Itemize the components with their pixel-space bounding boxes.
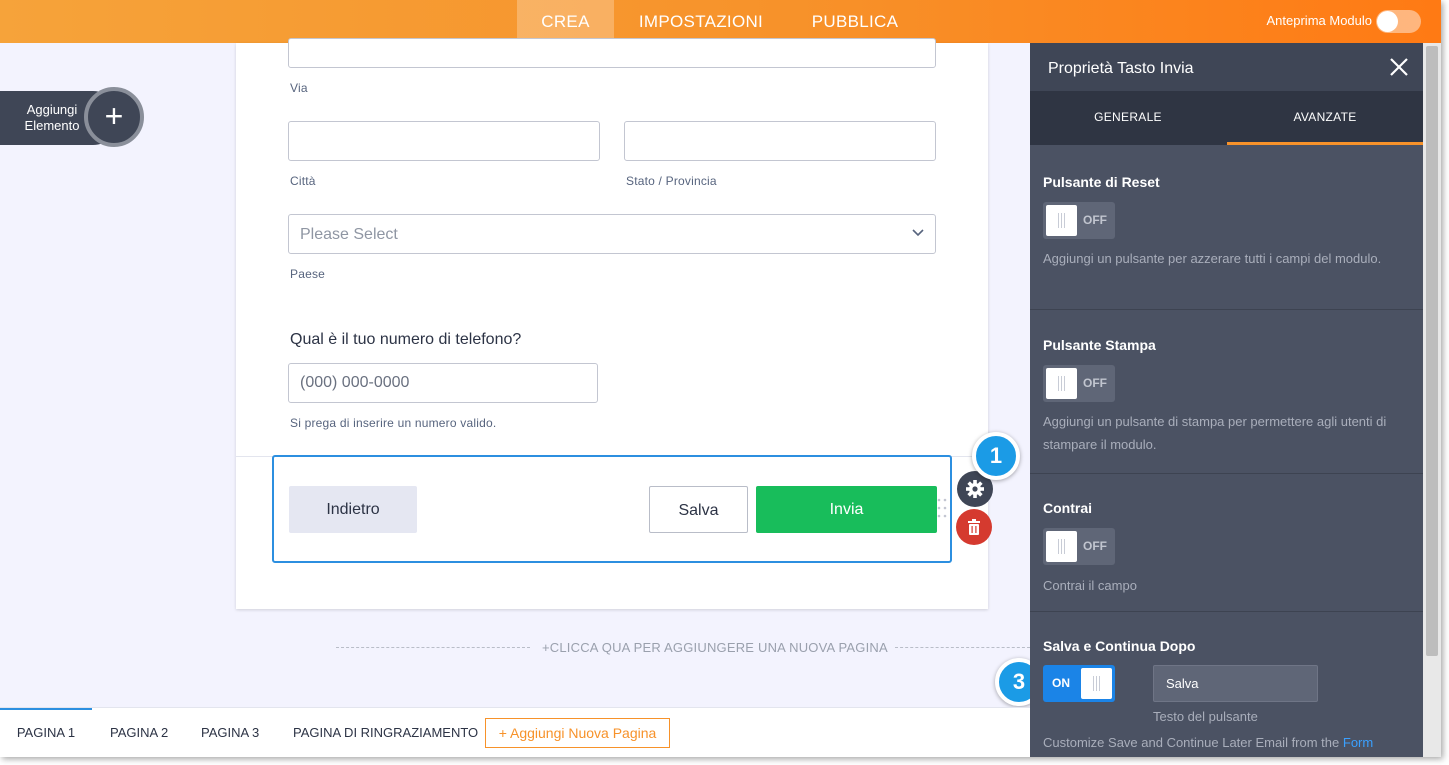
tab-generale[interactable]: GENERALE bbox=[1030, 91, 1226, 145]
panel-tabs: GENERALE AVANZATE bbox=[1030, 91, 1423, 145]
shrink-description: Contrai il campo bbox=[1043, 578, 1137, 593]
state-input[interactable] bbox=[624, 121, 936, 161]
street-label: Via bbox=[290, 81, 308, 95]
toggle-state: ON bbox=[1052, 676, 1070, 690]
button-text-label: Testo del pulsante bbox=[1153, 709, 1258, 724]
submit-button[interactable]: Invia bbox=[756, 486, 937, 533]
toggle-knob bbox=[1046, 205, 1077, 236]
trash-icon[interactable] bbox=[956, 509, 992, 545]
tab-crea[interactable]: CREA bbox=[517, 0, 614, 43]
tab-pubblica[interactable]: PUBBLICA bbox=[800, 0, 910, 43]
toggle-knob bbox=[1046, 368, 1077, 399]
page-tab-1[interactable]: PAGINA 1 bbox=[0, 708, 92, 757]
page-tab-thankyou[interactable]: PAGINA DI RINGRAZIAMENTO bbox=[293, 708, 478, 757]
preview-toggle[interactable] bbox=[1376, 10, 1421, 33]
shrink-toggle[interactable]: OFF bbox=[1043, 528, 1115, 565]
save-continue-toggle[interactable]: ON bbox=[1043, 665, 1115, 702]
chevron-down-icon bbox=[912, 229, 924, 237]
panel-title: Proprietà Tasto Invia bbox=[1048, 60, 1194, 77]
properties-panel: Proprietà Tasto Invia GENERALE AVANZATE … bbox=[1030, 43, 1423, 757]
city-label: Città bbox=[290, 174, 316, 188]
state-label: Stato / Provincia bbox=[626, 174, 717, 188]
city-input[interactable] bbox=[288, 121, 600, 161]
reset-toggle[interactable]: OFF bbox=[1043, 202, 1115, 239]
button-text-input[interactable]: Salva bbox=[1153, 665, 1318, 702]
panel-scrollbar-thumb[interactable] bbox=[1426, 46, 1438, 656]
app-window: CREA IMPOSTAZIONI PUBBLICA Anteprima Mod… bbox=[0, 0, 1441, 757]
save-button[interactable]: Salva bbox=[649, 486, 748, 533]
phone-hint: Si prega di inserire un numero valido. bbox=[290, 416, 497, 430]
toggle-state: OFF bbox=[1083, 213, 1107, 227]
toggle-knob bbox=[1377, 11, 1398, 32]
toggle-knob bbox=[1081, 668, 1112, 699]
page-tab-2[interactable]: PAGINA 2 bbox=[110, 708, 168, 757]
drag-handle-icon[interactable] bbox=[937, 497, 947, 519]
print-toggle[interactable]: OFF bbox=[1043, 365, 1115, 402]
dashed-line-left bbox=[336, 647, 530, 648]
submit-button-row[interactable]: Indietro Salva Invia bbox=[272, 455, 952, 563]
toggle-state: OFF bbox=[1083, 376, 1107, 390]
page-tabs-bar: PAGINA 1 PAGINA 2 PAGINA 3 PAGINA DI RIN… bbox=[0, 707, 1030, 757]
country-label: Paese bbox=[290, 267, 326, 281]
save-continue-title: Salva e Continua Dopo bbox=[1043, 638, 1196, 654]
add-new-page-link[interactable]: +CLICCA QUA PER AGGIUNGERE UNA NUOVA PAG… bbox=[542, 640, 888, 655]
panel-header: Proprietà Tasto Invia bbox=[1030, 43, 1423, 91]
print-title: Pulsante Stampa bbox=[1043, 337, 1156, 353]
back-button[interactable]: Indietro bbox=[289, 486, 417, 533]
close-icon[interactable] bbox=[1388, 56, 1410, 78]
plus-icon[interactable]: + bbox=[84, 87, 144, 147]
preview-label: Anteprima Modulo bbox=[1266, 13, 1373, 28]
shrink-section: Contrai OFF Contrai il campo bbox=[1030, 474, 1423, 612]
print-section: Pulsante Stampa OFF Aggiungi un pulsante… bbox=[1030, 310, 1423, 474]
phone-input[interactable]: (000) 000-0000 bbox=[288, 363, 598, 403]
customize-email-text: Customize Save and Continue Later Email … bbox=[1043, 735, 1373, 750]
phone-question: Qual è il tuo numero di telefono? bbox=[290, 331, 522, 348]
toggle-knob bbox=[1046, 531, 1077, 562]
form-link[interactable]: Form bbox=[1343, 735, 1373, 750]
reset-description: Aggiungi un pulsante per azzerare tutti … bbox=[1043, 251, 1382, 266]
tab-avanzate[interactable]: AVANZATE bbox=[1227, 91, 1423, 145]
add-element-label: Aggiungi Elemento bbox=[24, 102, 80, 133]
step-badge-1: 1 bbox=[972, 432, 1020, 480]
toggle-state: OFF bbox=[1083, 539, 1107, 553]
top-navigation: CREA IMPOSTAZIONI PUBBLICA Anteprima Mod… bbox=[0, 0, 1441, 43]
shrink-title: Contrai bbox=[1043, 500, 1092, 516]
print-description: Aggiungi un pulsante di stampa per perme… bbox=[1043, 414, 1387, 452]
reset-title: Pulsante di Reset bbox=[1043, 174, 1160, 190]
phone-placeholder: (000) 000-0000 bbox=[300, 374, 410, 391]
add-page-button[interactable]: + Aggiungi Nuova Pagina bbox=[485, 718, 670, 748]
dashed-line-right bbox=[895, 647, 1030, 648]
country-select[interactable]: Please Select bbox=[288, 214, 936, 254]
country-placeholder: Please Select bbox=[300, 226, 398, 243]
street-input[interactable] bbox=[288, 38, 936, 68]
reset-section: Pulsante di Reset OFF Aggiungi un pulsan… bbox=[1030, 145, 1423, 310]
page-tab-3[interactable]: PAGINA 3 bbox=[201, 708, 259, 757]
tab-impostazioni[interactable]: IMPOSTAZIONI bbox=[626, 0, 776, 43]
customize-text: Customize Save and Continue Later Email … bbox=[1043, 735, 1343, 750]
